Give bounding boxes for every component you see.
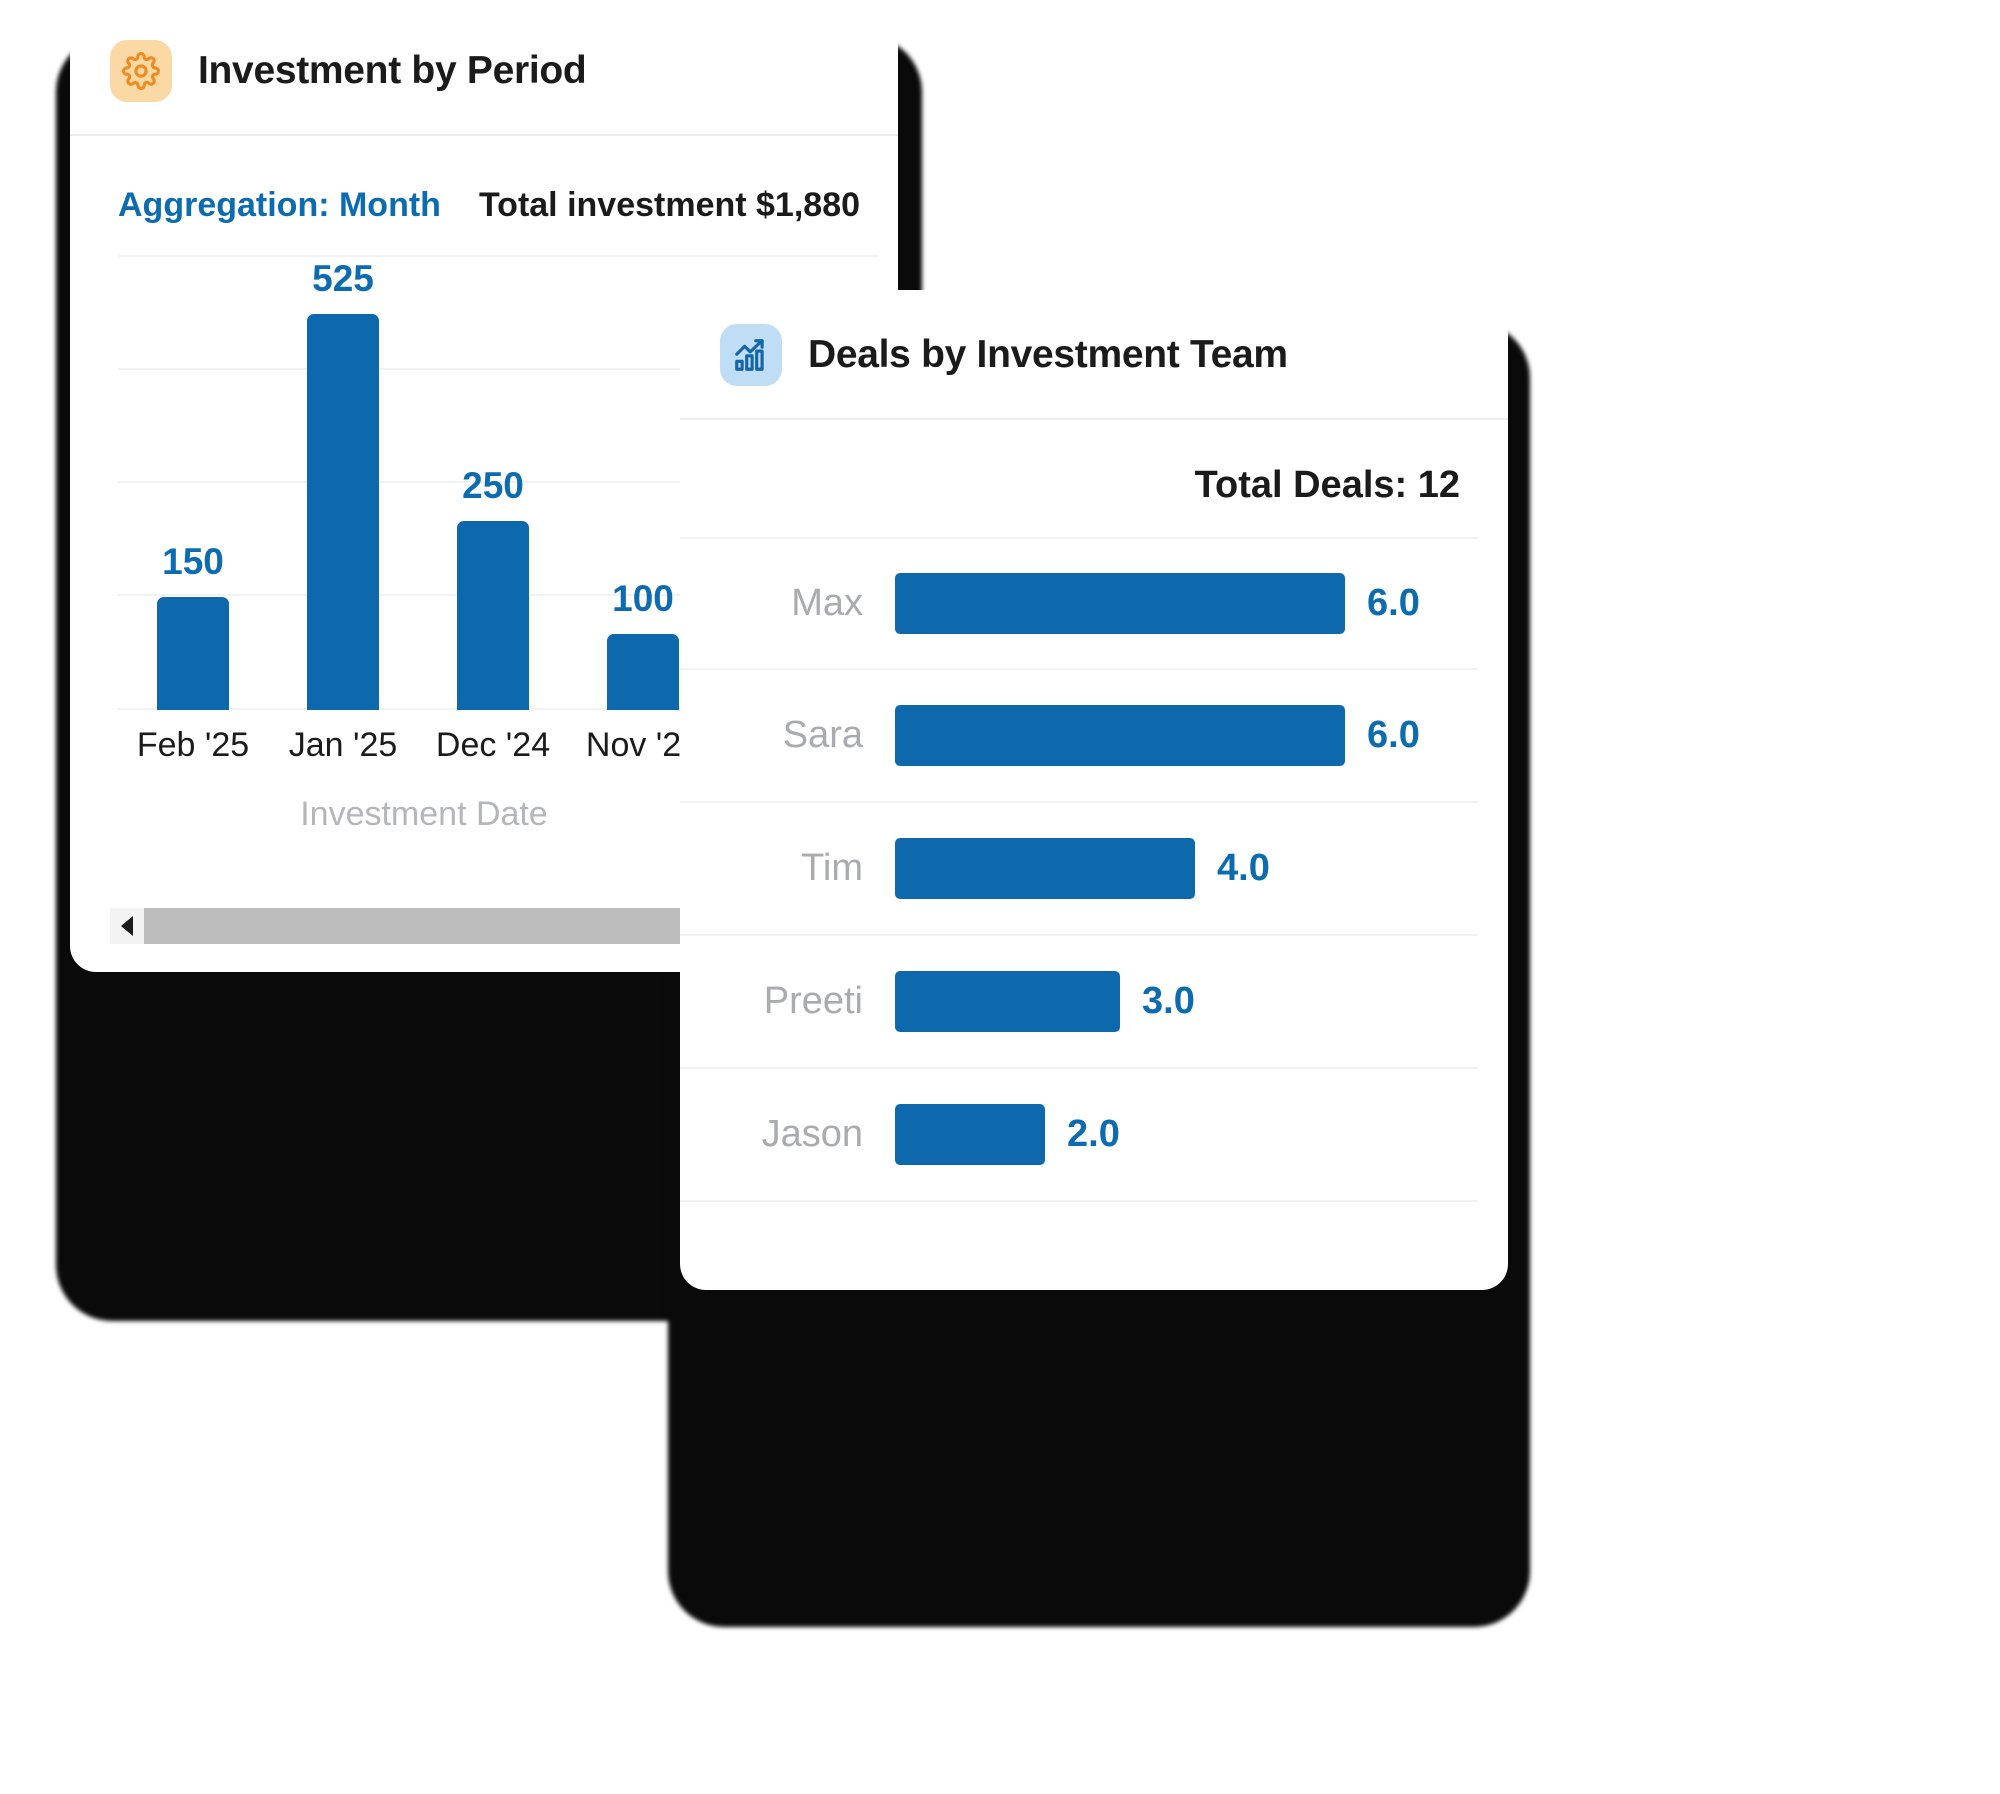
bar[interactable] xyxy=(607,634,679,710)
investment-summary-row: Aggregation: Month Total investment $1,8… xyxy=(70,136,898,225)
total-investment-label: Total investment $1,880 xyxy=(478,186,861,224)
left-arrow-icon[interactable] xyxy=(110,908,144,944)
hbar-track: 4.0 xyxy=(895,838,1478,899)
bar-value-label: 4.0 xyxy=(1217,847,1270,889)
hbar-row[interactable]: Preeti 3.0 xyxy=(680,936,1478,1069)
hbar-category-label: Max xyxy=(791,582,863,624)
bar[interactable] xyxy=(895,705,1345,766)
hbar-row[interactable]: Max 6.0 xyxy=(680,537,1478,670)
hbar-category-label: Jason xyxy=(761,1113,863,1155)
hbar-row[interactable]: Sara 6.0 xyxy=(680,670,1478,803)
bar[interactable] xyxy=(895,573,1345,634)
bar-slot[interactable]: 525 xyxy=(268,255,418,710)
bar-value-label: 6.0 xyxy=(1367,714,1420,756)
bar[interactable] xyxy=(895,838,1195,899)
hbar-row[interactable]: Tim 4.0 xyxy=(680,803,1478,936)
bar-slot[interactable]: 150 xyxy=(118,255,268,710)
deals-by-investment-team-card: Deals by Investment Team Total Deals: 12… xyxy=(680,290,1508,1290)
hbar-category-label: Tim xyxy=(801,847,863,889)
deals-bar-chart: Max 6.0 Sara 6.0 Tim 4.0 Preeti 3.0 Jaso… xyxy=(680,537,1508,1202)
bar[interactable] xyxy=(457,521,529,710)
investment-card-title: Investment by Period xyxy=(198,49,587,92)
bar-slot[interactable]: 250 xyxy=(418,255,568,710)
bar-value-label: 525 xyxy=(312,258,374,299)
gear-icon xyxy=(110,40,172,102)
bar-value-label: 250 xyxy=(462,465,524,506)
hbar-category-label: Preeti xyxy=(763,980,863,1022)
bar-chart-trend-icon xyxy=(720,324,782,386)
hbar-row[interactable]: Jason 2.0 xyxy=(680,1069,1478,1202)
scrollbar-thumb[interactable] xyxy=(144,908,754,944)
hbar-track: 6.0 xyxy=(895,573,1478,634)
screenshot-stage: Investment by Period Aggregation: Month … xyxy=(0,0,2000,1794)
investment-card-header: Investment by Period xyxy=(70,6,898,136)
bar[interactable] xyxy=(307,314,379,710)
aggregation-selector[interactable]: Aggregation: Month xyxy=(118,186,441,225)
bar[interactable] xyxy=(157,597,229,710)
bar-value-label: 2.0 xyxy=(1067,1113,1120,1155)
hbar-category-label: Sara xyxy=(782,714,863,756)
bar[interactable] xyxy=(895,1104,1045,1165)
bar-value-label: 6.0 xyxy=(1367,582,1420,624)
x-tick-label: Dec '24 xyxy=(435,726,551,764)
deals-card-header: Deals by Investment Team xyxy=(680,290,1508,420)
bar-value-label: 3.0 xyxy=(1142,980,1195,1022)
hbar-track: 6.0 xyxy=(895,705,1478,766)
bar-value-label: 100 xyxy=(612,578,674,619)
bar[interactable] xyxy=(895,971,1120,1032)
x-tick-label: Feb '25 xyxy=(136,726,250,764)
hbar-track: 2.0 xyxy=(895,1104,1478,1165)
x-tick-label: Jan '25 xyxy=(288,726,398,764)
hbar-track: 3.0 xyxy=(895,971,1478,1032)
bar-value-label: 150 xyxy=(162,541,224,582)
deals-card-title: Deals by Investment Team xyxy=(808,333,1288,376)
total-deals-label: Total Deals: 12 xyxy=(1194,464,1460,506)
